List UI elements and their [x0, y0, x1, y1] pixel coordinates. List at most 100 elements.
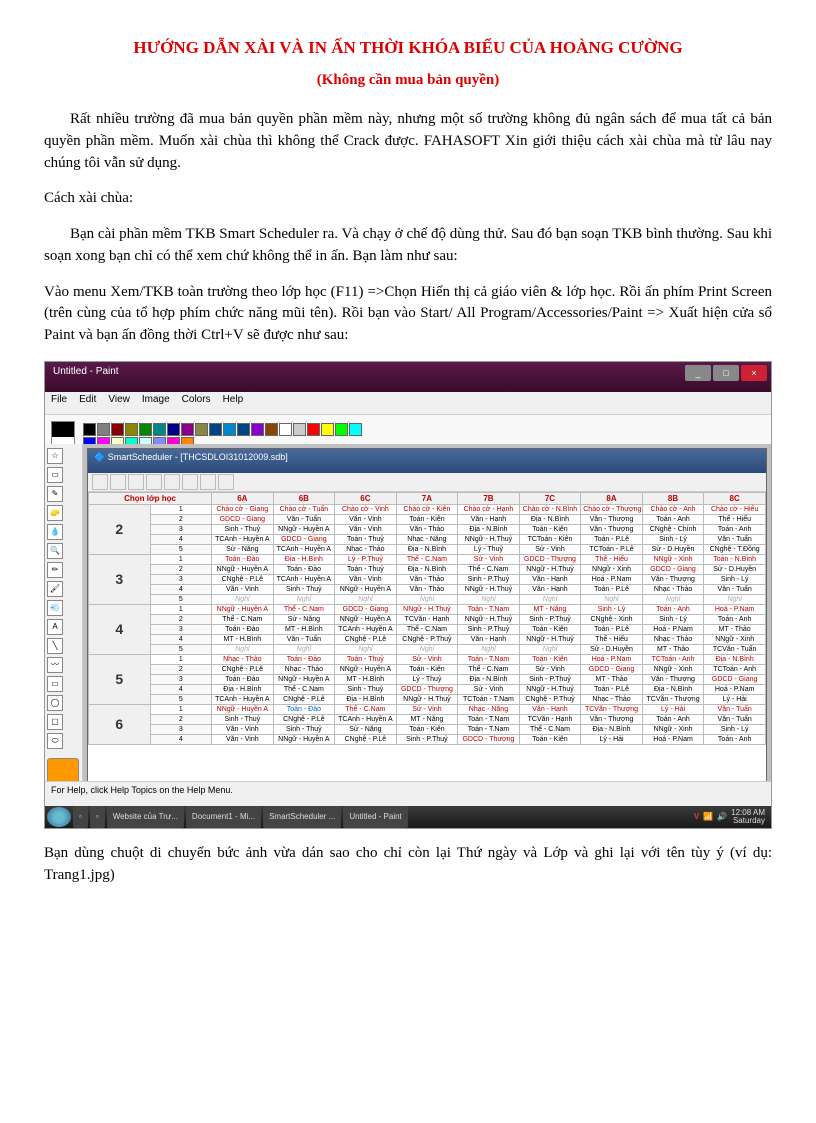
- color-swatch[interactable]: [237, 423, 250, 436]
- color-swatch[interactable]: [83, 423, 96, 436]
- color-swatch[interactable]: [167, 423, 180, 436]
- taskbar-button[interactable]: SmartScheduler ...: [263, 806, 341, 828]
- toolbar-icon[interactable]: [218, 474, 234, 490]
- minimize-button[interactable]: _: [685, 365, 711, 381]
- close-button[interactable]: ×: [741, 365, 767, 381]
- paragraph-4: Vào menu Xem/TKB toàn trường theo lớp họ…: [44, 282, 772, 347]
- menu-edit[interactable]: Edit: [79, 394, 96, 412]
- schedule-cell: Sử - Vinh: [396, 704, 458, 714]
- schedule-cell: 4: [150, 584, 212, 594]
- tool-button[interactable]: ▢: [47, 714, 63, 730]
- schedule-cell: TCAnh - Huyền A: [273, 574, 335, 584]
- tool-button[interactable]: ☆: [47, 448, 63, 464]
- maximize-button[interactable]: □: [713, 365, 739, 381]
- color-swatch[interactable]: [293, 423, 306, 436]
- taskbar-button[interactable]: Document1 - Mi...: [186, 806, 261, 828]
- color-swatch[interactable]: [209, 423, 222, 436]
- schedule-cell: GDCD - Giang: [581, 664, 643, 674]
- toolbar-icon[interactable]: [128, 474, 144, 490]
- tool-button[interactable]: ▭: [47, 676, 63, 692]
- paragraph-2: Cách xài chùa:: [44, 188, 772, 210]
- schedule-cell: NNgữ - Huyền A: [273, 524, 335, 534]
- schedule-cell: TCAnh - Huyền A: [212, 534, 274, 544]
- color-swatch[interactable]: [97, 423, 110, 436]
- schedule-cell: GDCD - Giang: [335, 604, 397, 614]
- schedule-cell: MT - H.Bình: [335, 674, 397, 684]
- schedule-cell: Văn - Thượng: [581, 524, 643, 534]
- tool-button[interactable]: ✎: [47, 486, 63, 502]
- schedule-cell: CNghệ - P.Thuỷ: [519, 694, 581, 704]
- tool-button[interactable]: ⬭: [47, 733, 63, 749]
- schedule-cell: NNgữ - Huyền A: [335, 584, 397, 594]
- schedule-cell: Địa - H.Bình: [335, 694, 397, 704]
- color-swatch[interactable]: [195, 423, 208, 436]
- toolbar-icon[interactable]: [110, 474, 126, 490]
- schedule-cell: Toán - Kiên: [519, 624, 581, 634]
- color-swatch[interactable]: [335, 423, 348, 436]
- schedule-cell: CNghệ - P.Lê: [273, 694, 335, 704]
- menu-file[interactable]: File: [51, 394, 67, 412]
- paint-titlebar[interactable]: Untitled - Paint _ □ ×: [45, 362, 771, 392]
- system-tray[interactable]: V 📶🔊 12:08 AM Saturday: [694, 809, 769, 825]
- class-header: 7C: [519, 492, 581, 504]
- schedule-cell: Văn - Vinh: [335, 524, 397, 534]
- toolbar-icon[interactable]: [164, 474, 180, 490]
- schedule-cell: Lý - Thuỷ: [458, 544, 520, 554]
- schedule-cell: Hoá - P.Nam: [704, 604, 766, 614]
- schedule-cell: TCVăn - Tuấn: [704, 644, 766, 654]
- schedule-cell: MT - H.Bình: [273, 624, 335, 634]
- taskbar-button[interactable]: ▫: [73, 806, 88, 828]
- color-swatch[interactable]: [125, 423, 138, 436]
- schedule-cell: 1: [150, 704, 212, 714]
- class-header: 7A: [396, 492, 458, 504]
- class-header: 6B: [273, 492, 335, 504]
- paint-canvas[interactable]: 🔷 SmartScheduler - [THCSDLOI31012009.sdb…: [83, 444, 771, 812]
- color-swatch[interactable]: [307, 423, 320, 436]
- toolbar-icon[interactable]: [182, 474, 198, 490]
- schedule-cell: Nghỉ: [335, 594, 397, 604]
- taskbar-button[interactable]: Website của Trư...: [107, 806, 184, 828]
- color-swatch[interactable]: [251, 423, 264, 436]
- schedule-cell: Toán - Đào: [273, 564, 335, 574]
- menu-colors[interactable]: Colors: [182, 394, 211, 412]
- schedule-cell: Hoá - P.Nam: [581, 574, 643, 584]
- schedule-cell: Toán - P.Lê: [581, 584, 643, 594]
- color-swatch[interactable]: [223, 423, 236, 436]
- color-swatch[interactable]: [181, 423, 194, 436]
- tool-button[interactable]: 🔍: [47, 543, 63, 559]
- color-swatch[interactable]: [349, 423, 362, 436]
- tool-button[interactable]: A: [47, 619, 63, 635]
- toolbar-icon[interactable]: [200, 474, 216, 490]
- color-swatch[interactable]: [321, 423, 334, 436]
- color-swatch[interactable]: [265, 423, 278, 436]
- tool-button[interactable]: 💧: [47, 524, 63, 540]
- schedule-cell: MT - Thảo: [704, 624, 766, 634]
- schedule-cell: 4: [150, 534, 212, 544]
- start-button[interactable]: [47, 807, 71, 827]
- tool-button[interactable]: 🧽: [47, 505, 63, 521]
- tool-button[interactable]: ▭: [47, 467, 63, 483]
- color-swatch[interactable]: [279, 423, 292, 436]
- color-swatch[interactable]: [139, 423, 152, 436]
- menu-help[interactable]: Help: [223, 394, 244, 412]
- schedule-cell: Sinh - P.Thuỷ: [458, 624, 520, 634]
- color-swatch[interactable]: [111, 423, 124, 436]
- windows-taskbar: ▫▫Website của Trư...Document1 - Mi...Sma…: [45, 806, 771, 828]
- class-header: 6C: [335, 492, 397, 504]
- color-swatch[interactable]: [153, 423, 166, 436]
- tool-button[interactable]: 💨: [47, 600, 63, 616]
- schedule-cell: Thể - C.Nam: [458, 664, 520, 674]
- toolbar-icon[interactable]: [92, 474, 108, 490]
- tool-palette: ☆ ▭ ✎ 🧽 💧 🔍 ✏ 🖌 💨 A ╲ 〰 ▭ ◯ ▢ ⬭: [45, 444, 83, 804]
- tool-button[interactable]: 🖌: [47, 581, 63, 597]
- tool-button[interactable]: ◯: [47, 695, 63, 711]
- toolbar-icon[interactable]: [146, 474, 162, 490]
- taskbar-button[interactable]: ▫: [90, 806, 105, 828]
- menu-view[interactable]: View: [108, 394, 130, 412]
- tool-button[interactable]: ╲: [47, 638, 63, 654]
- taskbar-button[interactable]: Untitled - Paint: [343, 806, 407, 828]
- tool-button[interactable]: ✏: [47, 562, 63, 578]
- menu-image[interactable]: Image: [142, 394, 170, 412]
- tool-button[interactable]: 〰: [47, 657, 63, 673]
- schedule-cell: Thể - Hiếu: [581, 634, 643, 644]
